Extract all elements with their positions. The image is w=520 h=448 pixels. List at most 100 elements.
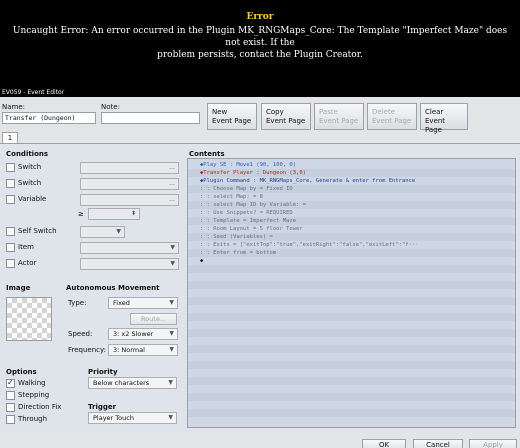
trigger-heading: Trigger [88,403,117,411]
chevron-down-icon: ▼ [169,346,174,353]
clear-event-page-button[interactable]: Clear Event Page [420,103,468,134]
ge-symbol: ≥ [78,210,84,218]
speed-select[interactable]: 3: x2 Slower ▼ [108,328,178,340]
empty-row [188,273,515,281]
event-command-row[interactable]: : : Enter from = bottom [188,249,515,257]
event-command-row[interactable]: ◆ [188,257,515,265]
event-command-row[interactable]: : : select Map ID by Variable: = [188,201,515,209]
self-switch-select[interactable]: ▼ [80,226,125,238]
copy-event-page-button[interactable]: Copy Event Page [261,103,311,130]
empty-row [188,369,515,377]
frequency-select[interactable]: 3: Normal ▼ [108,344,178,356]
error-overlay: Error Uncaught Error: An error occurred … [0,0,520,88]
chevron-down-icon: ▼ [168,414,173,421]
event-contents-list[interactable]: ◆Play SE : Move1 (90, 100, 0) ◆Transfer P… [187,158,516,428]
ellipsis-icon: … [169,180,175,187]
switch2-label: Switch [18,179,42,187]
through-checkbox[interactable] [6,415,15,424]
event-command-row[interactable]: : : Exits = ["exitTop":"true","exitRight… [188,241,515,249]
trigger-value: Player Touch [93,414,134,422]
clear-event-page-label: Clear Event Page [425,108,446,134]
chevron-down-icon: ▼ [169,299,174,306]
frequency-value: 3: Normal [113,346,145,354]
walking-checkbox[interactable] [6,378,15,388]
options-heading: Options [6,368,37,376]
trigger-select[interactable]: Player Touch ▼ [88,412,177,424]
new-event-page-label: New Event Page [212,108,252,125]
empty-row [188,305,515,313]
empty-row [188,281,515,289]
movement-type-select[interactable]: Fixed ▼ [108,297,178,309]
contents-heading: Contents [189,150,225,158]
walking-label: Walking [18,379,46,387]
empty-row [188,313,515,321]
event-command-row[interactable]: : : Template = Imperfect Maze [188,217,515,225]
empty-row [188,265,515,273]
direction-fix-checkbox[interactable] [6,403,15,412]
paste-event-page-button[interactable]: Paste Event Page [314,103,364,130]
priority-value: Below characters [93,379,150,387]
note-label: Note: [101,103,120,111]
empty-row [188,329,515,337]
item-checkbox[interactable] [6,243,15,252]
item-select[interactable]: ▼ [80,242,179,254]
event-command-row[interactable]: : : Use Snippets? = REQUIRED [188,209,515,217]
apply-button[interactable]: Apply [469,439,517,448]
speed-value: 3: x2 Slower [113,330,154,338]
empty-row [188,337,515,345]
name-field[interactable]: Transfer (Dungeon) [2,112,96,124]
name-label: Name: [2,103,26,111]
direction-fix-label: Direction Fix [18,403,62,411]
event-image-preview[interactable] [6,297,52,341]
chevron-down-icon: ▼ [170,244,175,251]
cancel-button[interactable]: Cancel [413,439,463,448]
actor-label: Actor [18,259,37,267]
priority-select[interactable]: Below characters ▼ [88,377,177,389]
actor-checkbox[interactable] [6,259,15,268]
empty-row [188,401,515,409]
self-switch-label: Self Switch [18,227,57,235]
empty-row [188,409,515,417]
stepping-checkbox[interactable] [6,391,15,400]
autonomous-movement-heading: Autonomous Movement [66,284,160,292]
variable-label: Variable [18,195,47,203]
empty-row [188,321,515,329]
tab-page-1[interactable]: 1 [2,132,18,143]
empty-row [188,361,515,369]
delete-event-page-label: Delete Event Page [372,108,412,125]
event-command-row[interactable]: ◆Plugin Command : MK_RNGMaps_Core, Gener… [188,177,515,185]
ok-button[interactable]: OK [362,439,406,448]
variable-select[interactable]: … [80,194,179,206]
event-command-row[interactable]: : : Seed (Variables) = [188,233,515,241]
empty-row [188,297,515,305]
route-button[interactable]: Route... [130,313,177,325]
empty-row [188,353,515,361]
note-field[interactable] [101,112,200,124]
switch2-select[interactable]: … [80,178,179,190]
event-command-row[interactable]: : : Choose Map by = Fixed ID [188,185,515,193]
ellipsis-icon: … [169,164,175,171]
error-title: Error [246,12,274,22]
new-event-page-button[interactable]: New Event Page [207,103,257,130]
conditions-heading: Conditions [6,150,49,158]
window-title: EV059 - Event Editor [2,89,65,96]
event-command-row[interactable]: : : Room Layout = 5 floor Tower [188,225,515,233]
self-switch-checkbox[interactable] [6,227,15,236]
variable-value-stepper[interactable]: ⬍ [88,208,140,220]
empty-row [188,289,515,297]
switch2-checkbox[interactable] [6,179,15,188]
switch1-checkbox[interactable] [6,163,15,172]
event-command-row[interactable]: : : select Map: = 8 [188,193,515,201]
window-titlebar [0,88,520,97]
variable-checkbox[interactable] [6,195,15,204]
empty-row [188,345,515,353]
actor-select[interactable]: ▼ [80,258,179,270]
priority-heading: Priority [88,368,118,376]
event-command-row[interactable]: ◆Transfer Player : Dungeon (3,0) [188,169,515,177]
empty-row [188,377,515,385]
error-message-line2: problem persists, contact the Plugin Cre… [157,50,363,60]
delete-event-page-button[interactable]: Delete Event Page [367,103,417,130]
event-command-row[interactable]: ◆Play SE : Move1 (90, 100, 0) [188,161,515,169]
copy-event-page-label: Copy Event Page [266,108,306,125]
switch1-select[interactable]: … [80,162,179,174]
